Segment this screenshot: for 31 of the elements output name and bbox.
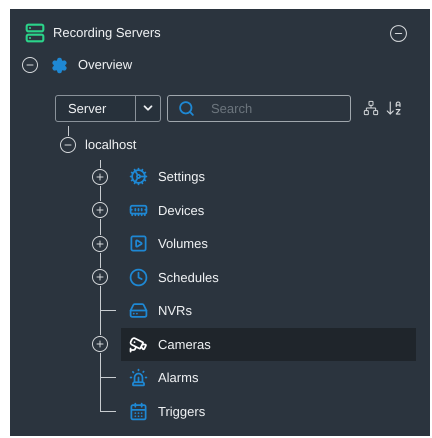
calendar-icon: [129, 402, 148, 421]
tree-item[interactable]: Cameras: [121, 328, 416, 361]
play-icon: [129, 234, 148, 254]
camera-icon: [129, 334, 148, 354]
expand-icon[interactable]: [91, 234, 109, 253]
expand-icon[interactable]: [91, 168, 109, 186]
tree-item[interactable]: Schedules: [121, 260, 416, 294]
expand-icon[interactable]: [91, 335, 109, 354]
section-title: Recording Servers: [53, 24, 161, 42]
search-icon: [178, 100, 195, 116]
cog-icon: [129, 167, 148, 186]
server-stack-icon: [25, 23, 45, 43]
tree-item[interactable]: localhost: [85, 135, 136, 155]
tree-item[interactable]: Overview: [78, 55, 132, 75]
tree-item[interactable]: Settings: [121, 160, 416, 194]
collapse-icon[interactable]: [21, 56, 39, 74]
siren-icon: [129, 368, 148, 388]
tree-item[interactable]: Triggers: [121, 394, 416, 428]
expand-icon[interactable]: [91, 268, 109, 286]
tree-item[interactable]: Devices: [121, 194, 416, 227]
tree-item[interactable]: NVRs: [121, 294, 416, 328]
hierarchy-icon[interactable]: [363, 100, 379, 116]
collapse-icon[interactable]: [389, 24, 408, 42]
tree-item[interactable]: Volumes: [121, 227, 416, 260]
search-field[interactable]: Search: [167, 94, 351, 122]
tree-item[interactable]: Alarms: [121, 361, 416, 394]
sort-icon[interactable]: [385, 99, 403, 117]
expand-icon[interactable]: [91, 201, 109, 220]
filter-dropdown[interactable]: Server: [55, 94, 161, 122]
clock-icon: [129, 268, 148, 287]
collapse-icon[interactable]: [59, 136, 77, 154]
